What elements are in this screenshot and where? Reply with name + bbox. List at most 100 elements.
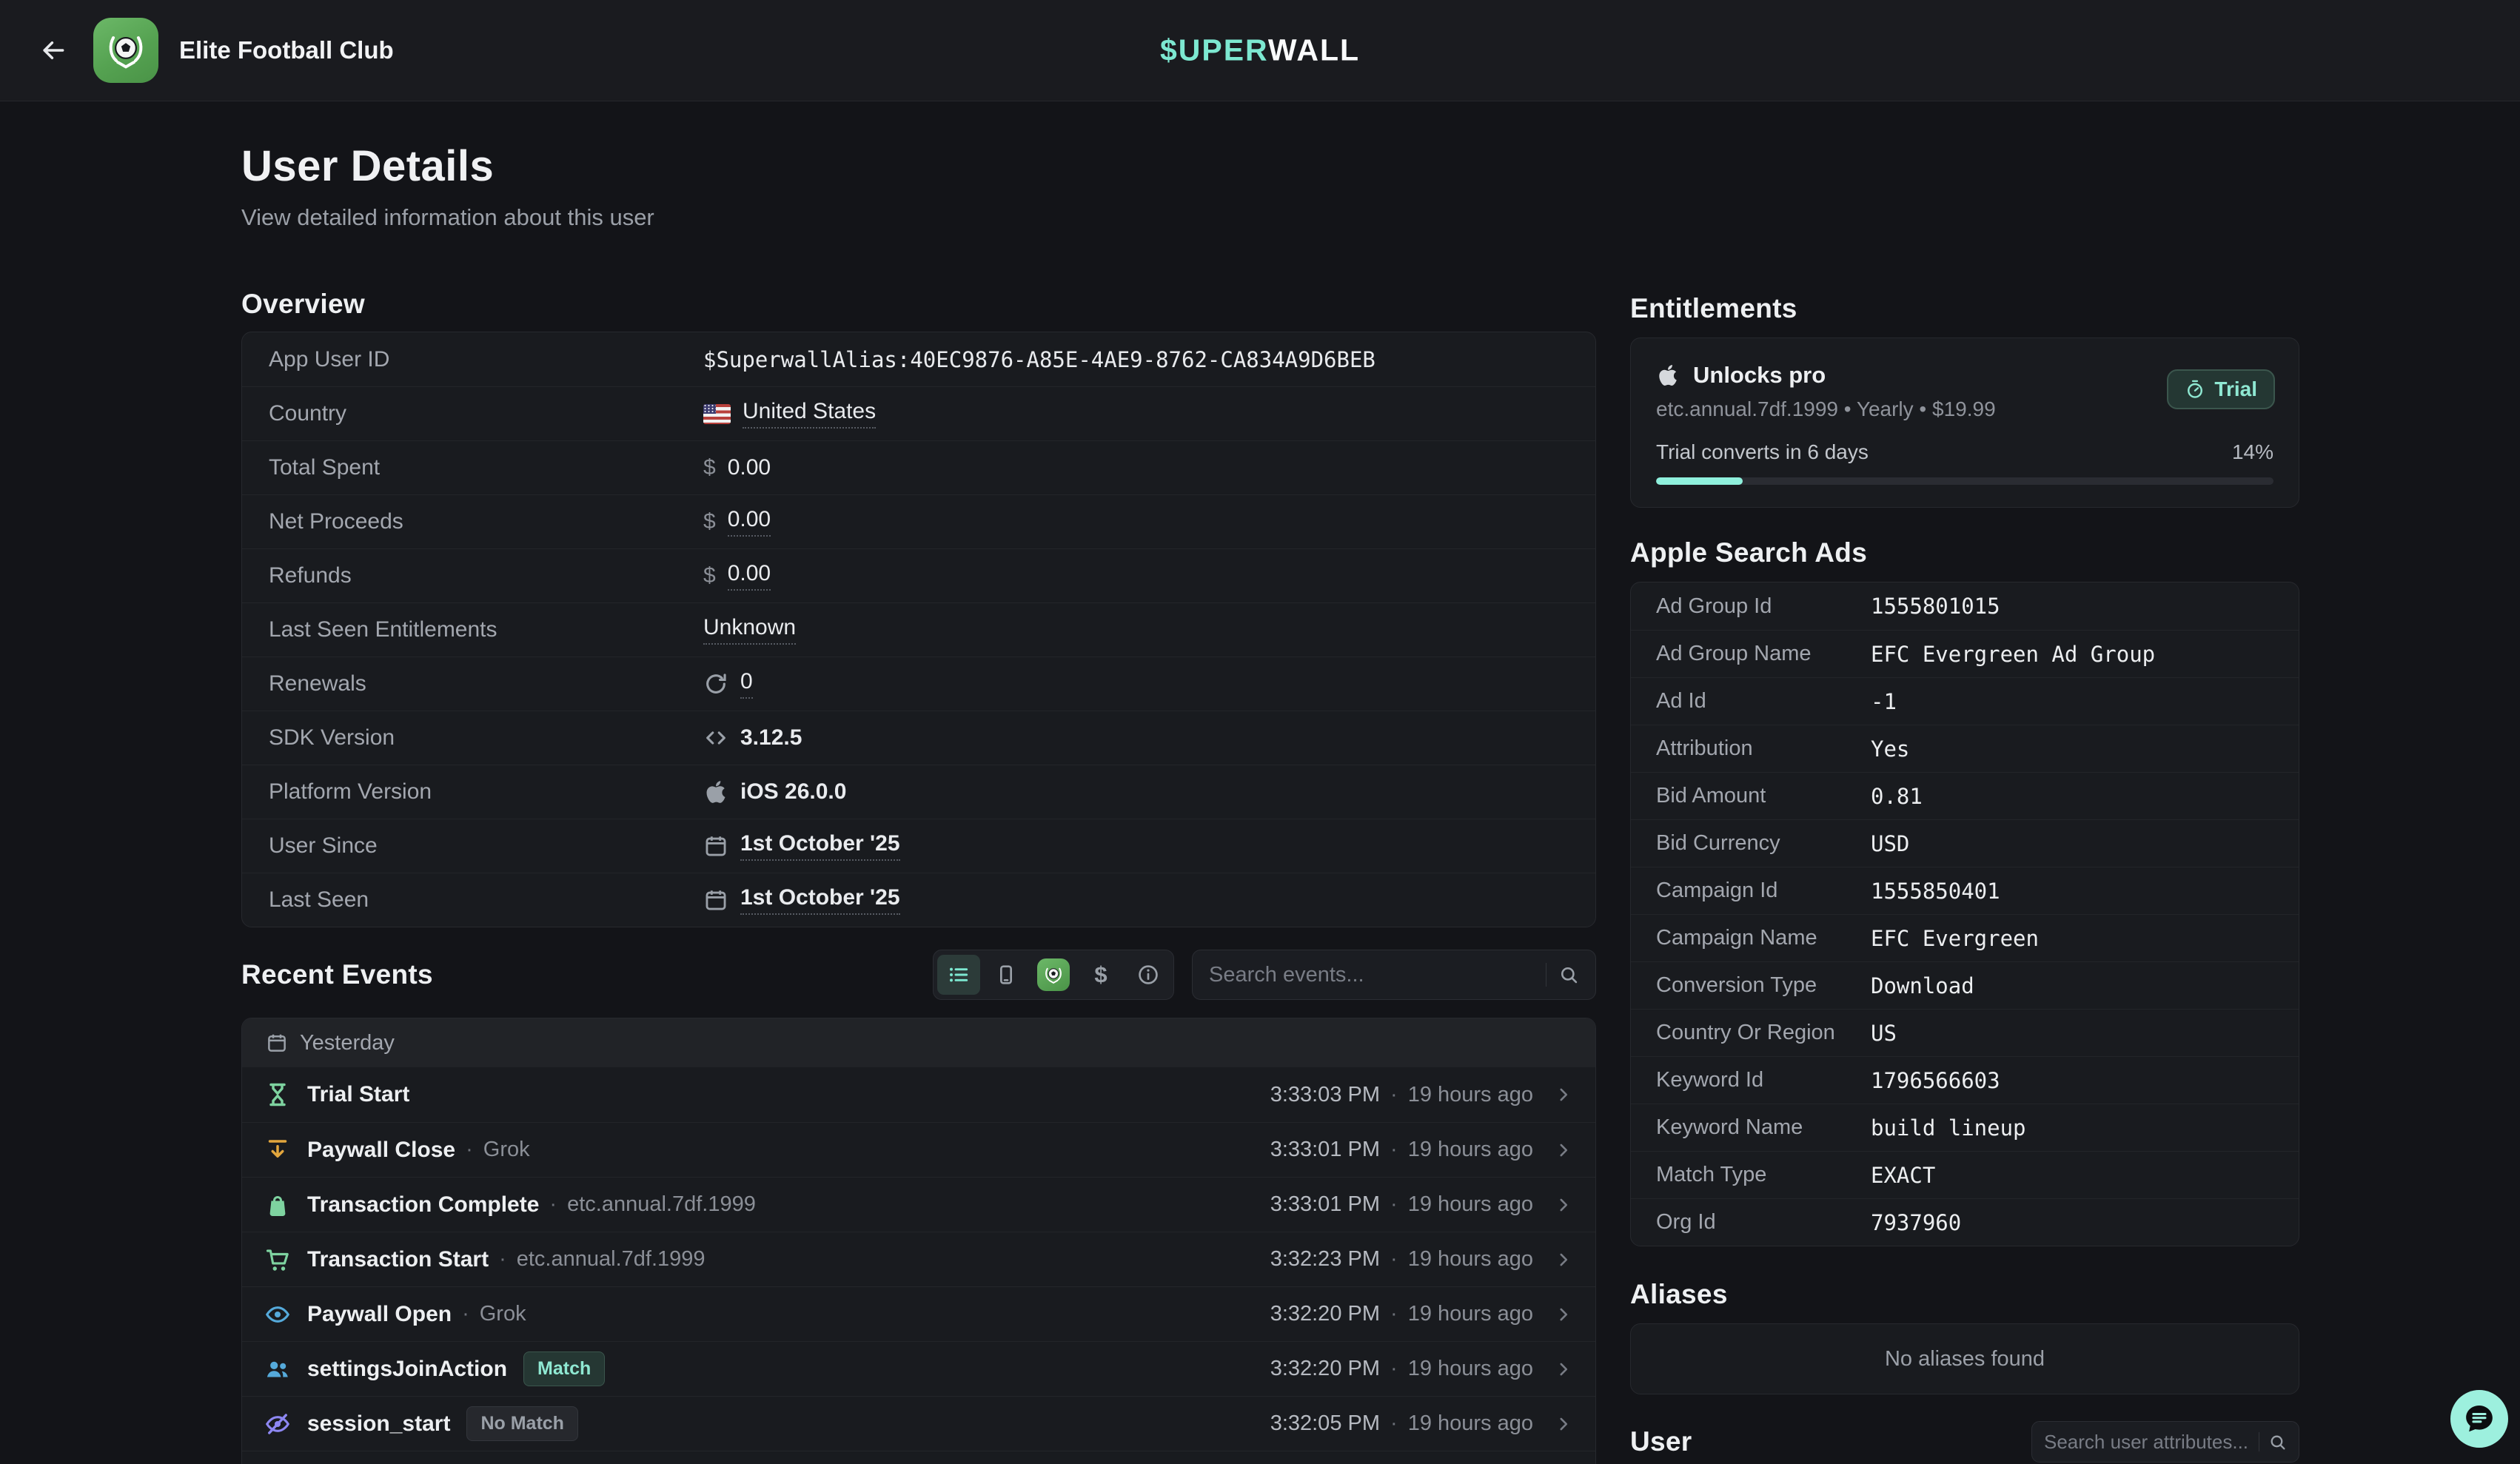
calendar-icon [703,833,728,859]
event-row[interactable]: Transaction Start · etc.annual.7df.1999 … [242,1232,1595,1286]
page-subtitle: View detailed information about this use… [241,204,1596,231]
last-seen-entitlements-value[interactable]: Unknown [703,615,796,645]
chat-bubble-icon [2462,1402,2496,1436]
country-value[interactable]: United States [743,399,876,429]
calendar-icon [266,1032,288,1054]
event-row[interactable]: session_start No Match 3:32:05 PM · 19 h… [242,1396,1595,1451]
table-row: Ad Id-1 [1631,677,2299,725]
events-search-input[interactable] [1209,963,1534,987]
table-row: App User ID $SuperwallAlias:40EC9876-A85… [242,332,1595,386]
table-row: Campaign Id1555850401 [1631,867,2299,914]
user-since-value[interactable]: 1st October '25 [740,831,900,861]
event-row[interactable]: Paywall Open · Grok 3:32:20 PM · 19 hour… [242,1286,1595,1341]
apple-icon [1656,363,1680,387]
chevron-right-icon [1554,1414,1573,1434]
user-attributes-search [2031,1421,2299,1463]
top-bar: Elite Football Club $UPERWALL [0,0,2520,101]
events-group-header: Yesterday [242,1018,1595,1067]
last-seen-value[interactable]: 1st October '25 [740,885,900,915]
table-row: Bid CurrencyUSD [1631,819,2299,867]
match-badge: Match [523,1351,605,1386]
table-row: Ad Group NameEFC Evergreen Ad Group [1631,630,2299,677]
code-icon [703,725,728,751]
superwall-logo: $UPERWALL [1160,33,1360,68]
search-icon[interactable] [1558,964,1579,985]
app-user-id-value: $SuperwallAlias:40EC9876-A85E-4AE9-8762-… [703,347,1375,372]
renewals-value[interactable]: 0 [740,669,753,699]
chevron-right-icon [1554,1195,1573,1215]
timer-icon [2185,379,2205,400]
table-row: Bid Amount0.81 [1631,772,2299,819]
entitlement-name: Unlocks pro [1693,362,1826,389]
list-filter-button[interactable] [937,955,980,995]
users-icon [264,1356,291,1383]
apple-search-ads-heading: Apple Search Ads [1630,537,2299,568]
table-row: Last Seen Entitlements Unknown [242,602,1595,657]
event-row[interactable]: Transaction Complete · etc.annual.7df.19… [242,1177,1595,1232]
total-spent-value: 0.00 [728,455,771,480]
chevron-right-icon [1554,1141,1573,1160]
table-row: Country United States [242,386,1595,440]
app-filter-button[interactable] [1032,955,1075,995]
table-row: Platform Version iOS 26.0.0 [242,765,1595,819]
recent-events-heading: Recent Events [241,959,915,990]
football-crest-icon [1037,958,1070,991]
overview-table: App User ID $SuperwallAlias:40EC9876-A85… [241,332,1596,927]
table-row: Net Proceeds $0.00 [242,494,1595,548]
football-crest-icon [98,23,153,78]
entitlements-heading: Entitlements [1630,293,2299,324]
search-icon[interactable] [2268,1433,2287,1451]
phone-icon [994,963,1018,987]
entitlement-card: Unlocks pro Trial etc.annual.7df.1999 • … [1630,338,2299,508]
table-row: Campaign NameEFC Evergreen [1631,914,2299,961]
sdk-version-value: 3.12.5 [740,725,802,751]
net-proceeds-value[interactable]: 0.00 [728,507,771,537]
list-icon [947,963,971,987]
refunds-value[interactable]: 0.00 [728,561,771,591]
table-row: Country Or RegionUS [1631,1009,2299,1056]
event-row[interactable]: Trial Start 3:33:03 PM · 19 hours ago [242,1067,1595,1122]
event-row[interactable]: Paywall Close · Grok 3:33:01 PM · 19 hou… [242,1122,1595,1177]
eye-icon [264,1301,291,1328]
table-row: Ad Group Id1555801015 [1631,582,2299,630]
events-list: Yesterday Trial Start 3:33:03 PM · 19 ho… [241,1018,1596,1464]
device-filter-button[interactable] [985,955,1028,995]
info-icon [1136,963,1160,987]
table-row: Keyword Id1796566603 [1631,1056,2299,1104]
chevron-right-icon [1554,1085,1573,1104]
event-filter-toolbar: $ [933,950,1174,1000]
calendar-icon [703,887,728,913]
back-arrow-icon [39,36,67,64]
chevron-right-icon [1554,1305,1573,1324]
us-flag-icon [703,404,731,424]
revenue-filter-button[interactable]: $ [1079,955,1122,995]
chevron-right-icon [1554,1360,1573,1379]
table-row: Match TypeEXACT [1631,1151,2299,1198]
refresh-icon [703,671,728,696]
table-row: SDK Version 3.12.5 [242,711,1595,765]
table-row: Renewals 0 [242,657,1595,711]
no-match-badge: No Match [466,1406,578,1441]
event-row[interactable]: settingsJoinAction Match 3:32:20 PM · 19… [242,1341,1595,1396]
table-row: Total Spent $0.00 [242,440,1595,494]
back-button[interactable] [34,31,73,70]
shopping-bag-icon [264,1192,291,1218]
chat-widget-button[interactable] [2450,1390,2508,1448]
info-filter-button[interactable] [1127,955,1170,995]
dollar-icon: $ [703,455,716,480]
user-attributes-search-input[interactable] [2044,1431,2250,1454]
table-row: User Since 1st October '25 [242,819,1595,873]
group-label: Yesterday [300,1031,395,1055]
apple-search-ads-table: Ad Group Id1555801015 Ad Group NameEFC E… [1630,582,2299,1246]
events-search [1192,950,1596,1000]
logo-prefix: $UPER [1160,33,1268,67]
logo-suffix: WALL [1268,33,1360,67]
dollar-icon: $ [703,563,716,588]
apple-icon [703,779,728,805]
page-title: User Details [241,141,1596,191]
table-row: Org Id7937960 [1631,1198,2299,1246]
event-row[interactable]: Session Start 3:32:05 PM · 19 hours ago [242,1451,1595,1464]
table-row: Last Seen 1st October '25 [242,873,1595,927]
trial-badge[interactable]: Trial [2167,369,2275,409]
trial-converts-text: Trial converts in 6 days [1656,440,1869,464]
